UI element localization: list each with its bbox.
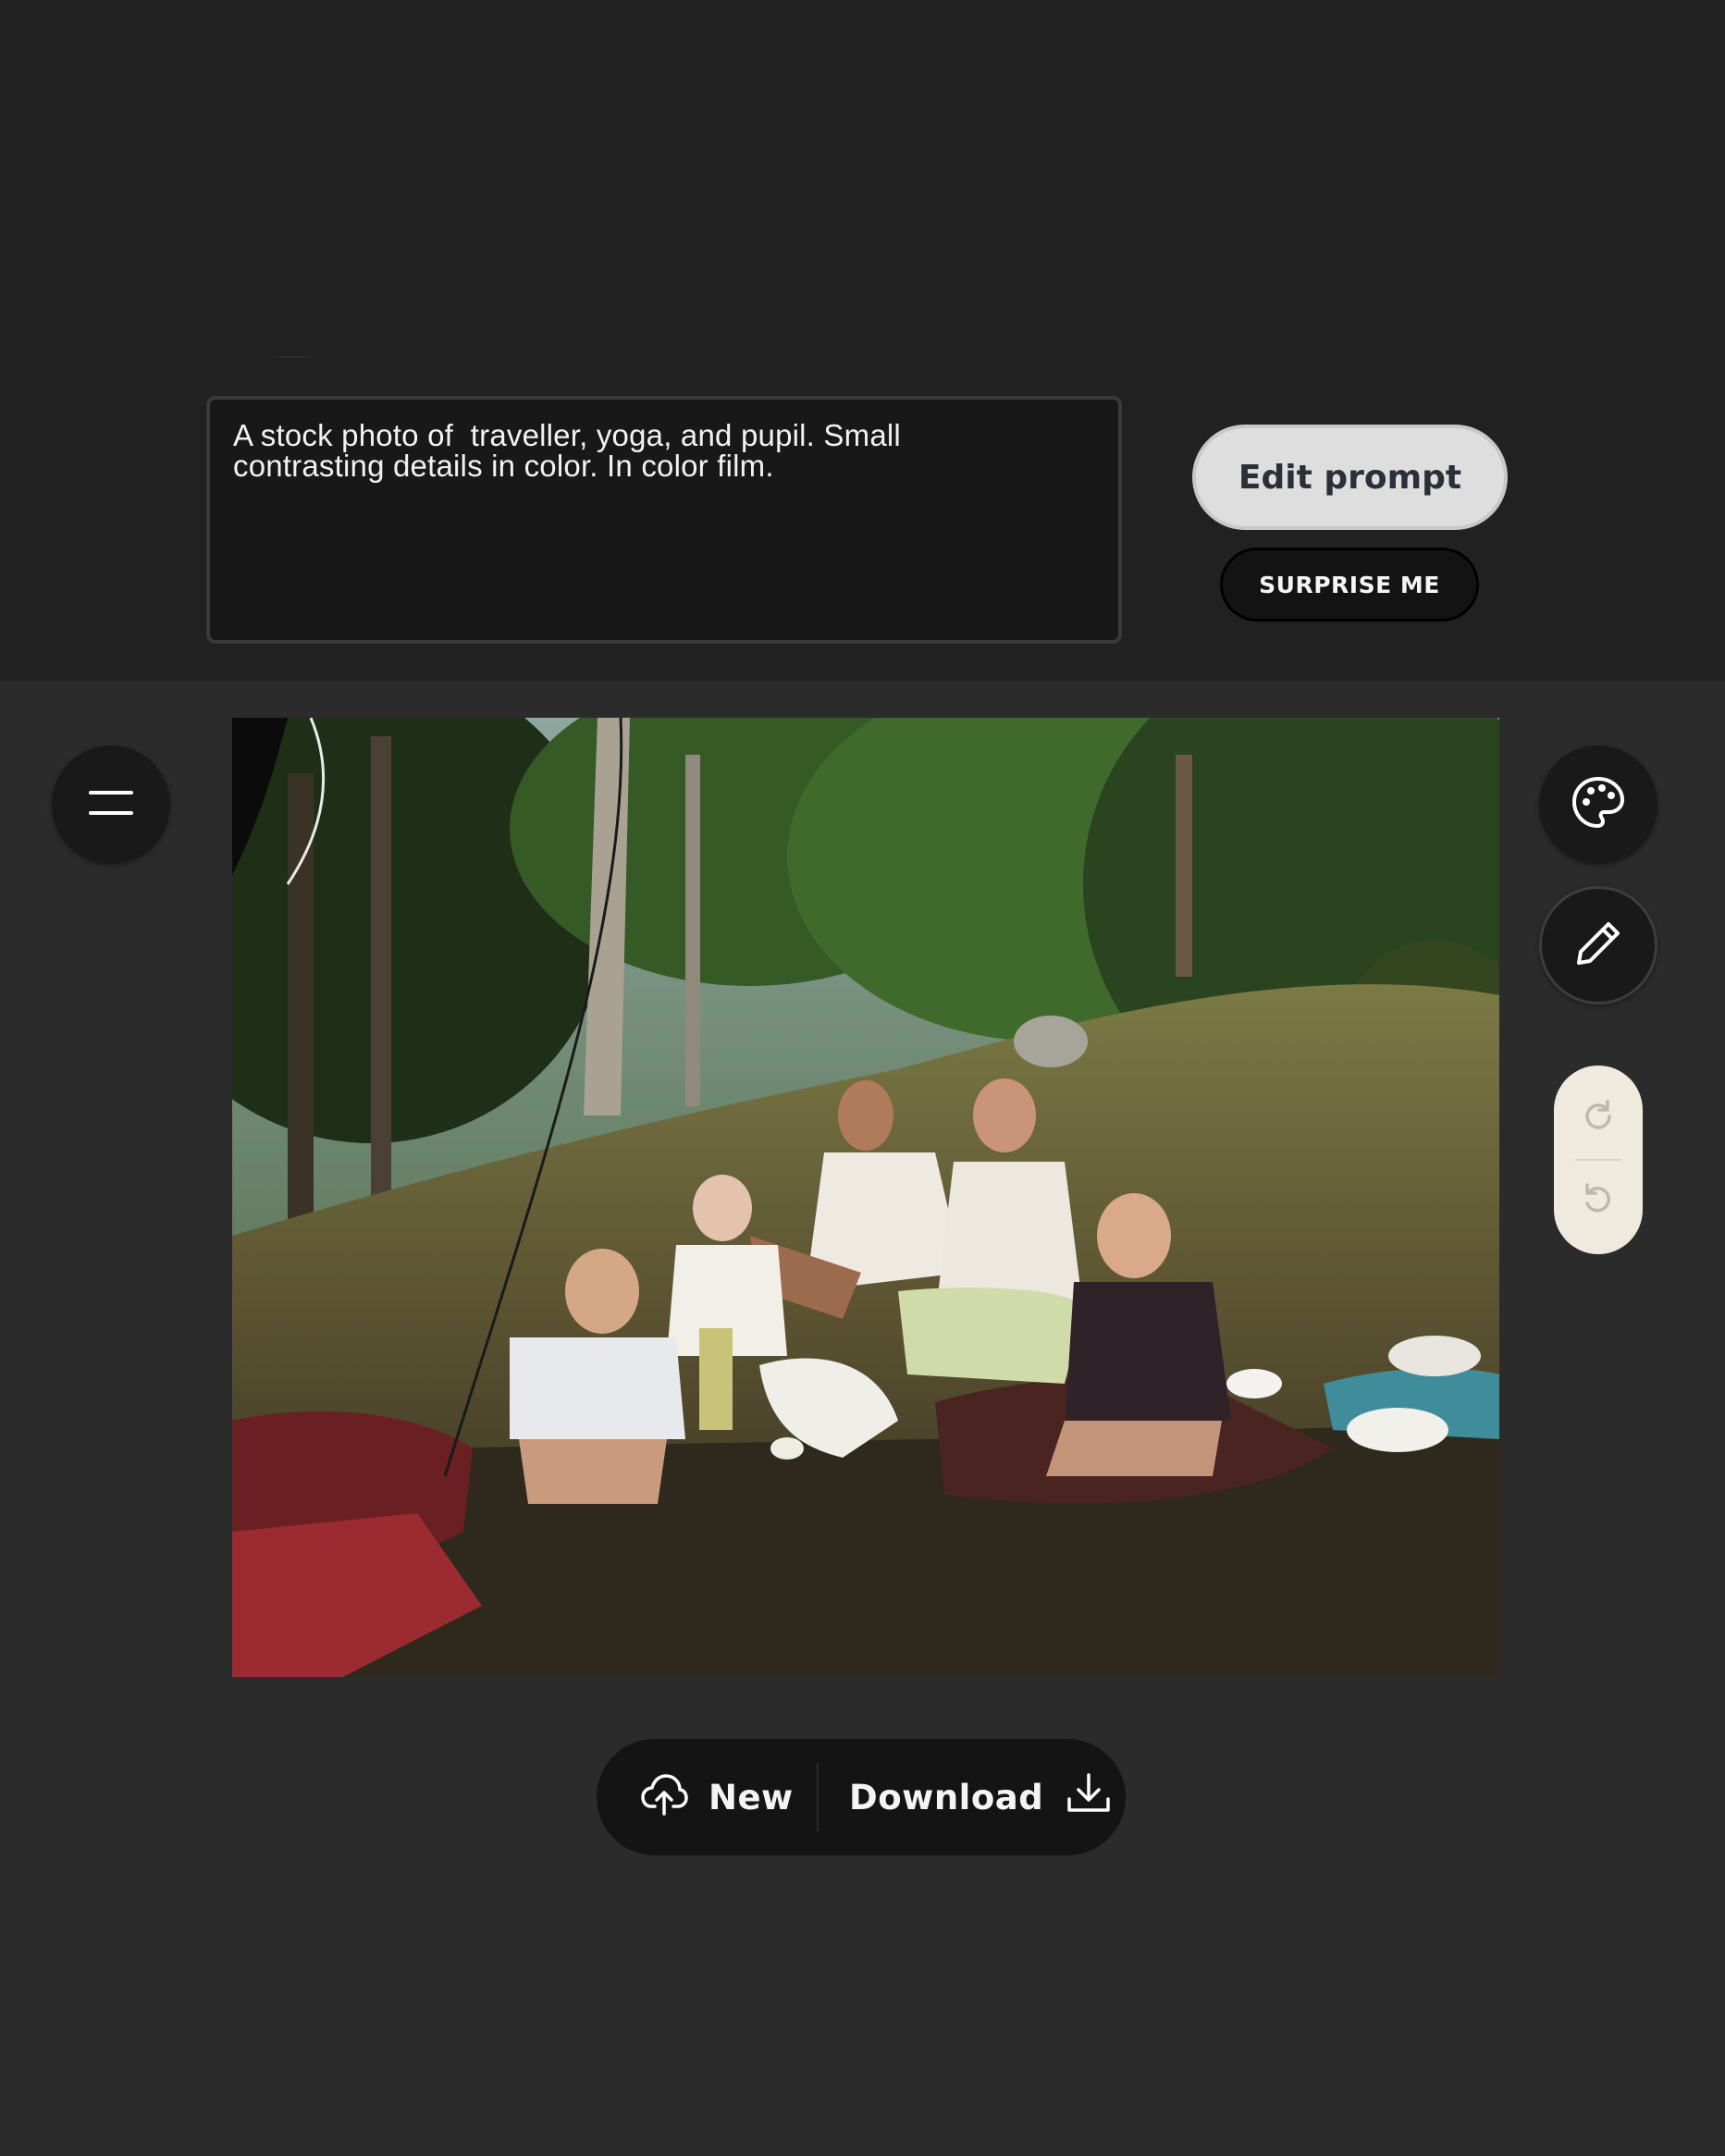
download-button[interactable]: Download: [819, 1739, 1112, 1855]
divider: [278, 356, 310, 358]
new-button[interactable]: New: [597, 1739, 817, 1855]
divider: [1575, 1159, 1621, 1161]
prompt-text[interactable]: A stock photo of traveller, yoga, and pu…: [233, 420, 1095, 481]
new-label: New: [708, 1777, 794, 1817]
undo-button[interactable]: [1571, 1174, 1626, 1229]
palette-icon: [1569, 773, 1628, 837]
palette-button[interactable]: [1539, 745, 1657, 864]
surprise-me-button[interactable]: SURPRISE ME: [1220, 548, 1479, 622]
menu-icon: [89, 787, 133, 823]
generated-image: [232, 718, 1499, 1677]
pencil-icon: [1571, 917, 1625, 975]
action-bar: New Download: [597, 1739, 1126, 1855]
download-icon: [1066, 1771, 1112, 1824]
redo-icon: [1580, 1098, 1617, 1140]
menu-button[interactable]: [52, 745, 170, 864]
edit-button[interactable]: [1539, 886, 1657, 1004]
prompt-textarea[interactable]: A stock photo of traveller, yoga, and pu…: [206, 396, 1122, 644]
redo-button[interactable]: [1571, 1090, 1626, 1146]
undo-icon: [1580, 1181, 1617, 1223]
download-label: Download: [849, 1777, 1044, 1817]
edit-prompt-button[interactable]: Edit prompt: [1192, 425, 1508, 530]
history-controls: [1554, 1066, 1643, 1254]
cloud-upload-icon: [640, 1771, 688, 1824]
